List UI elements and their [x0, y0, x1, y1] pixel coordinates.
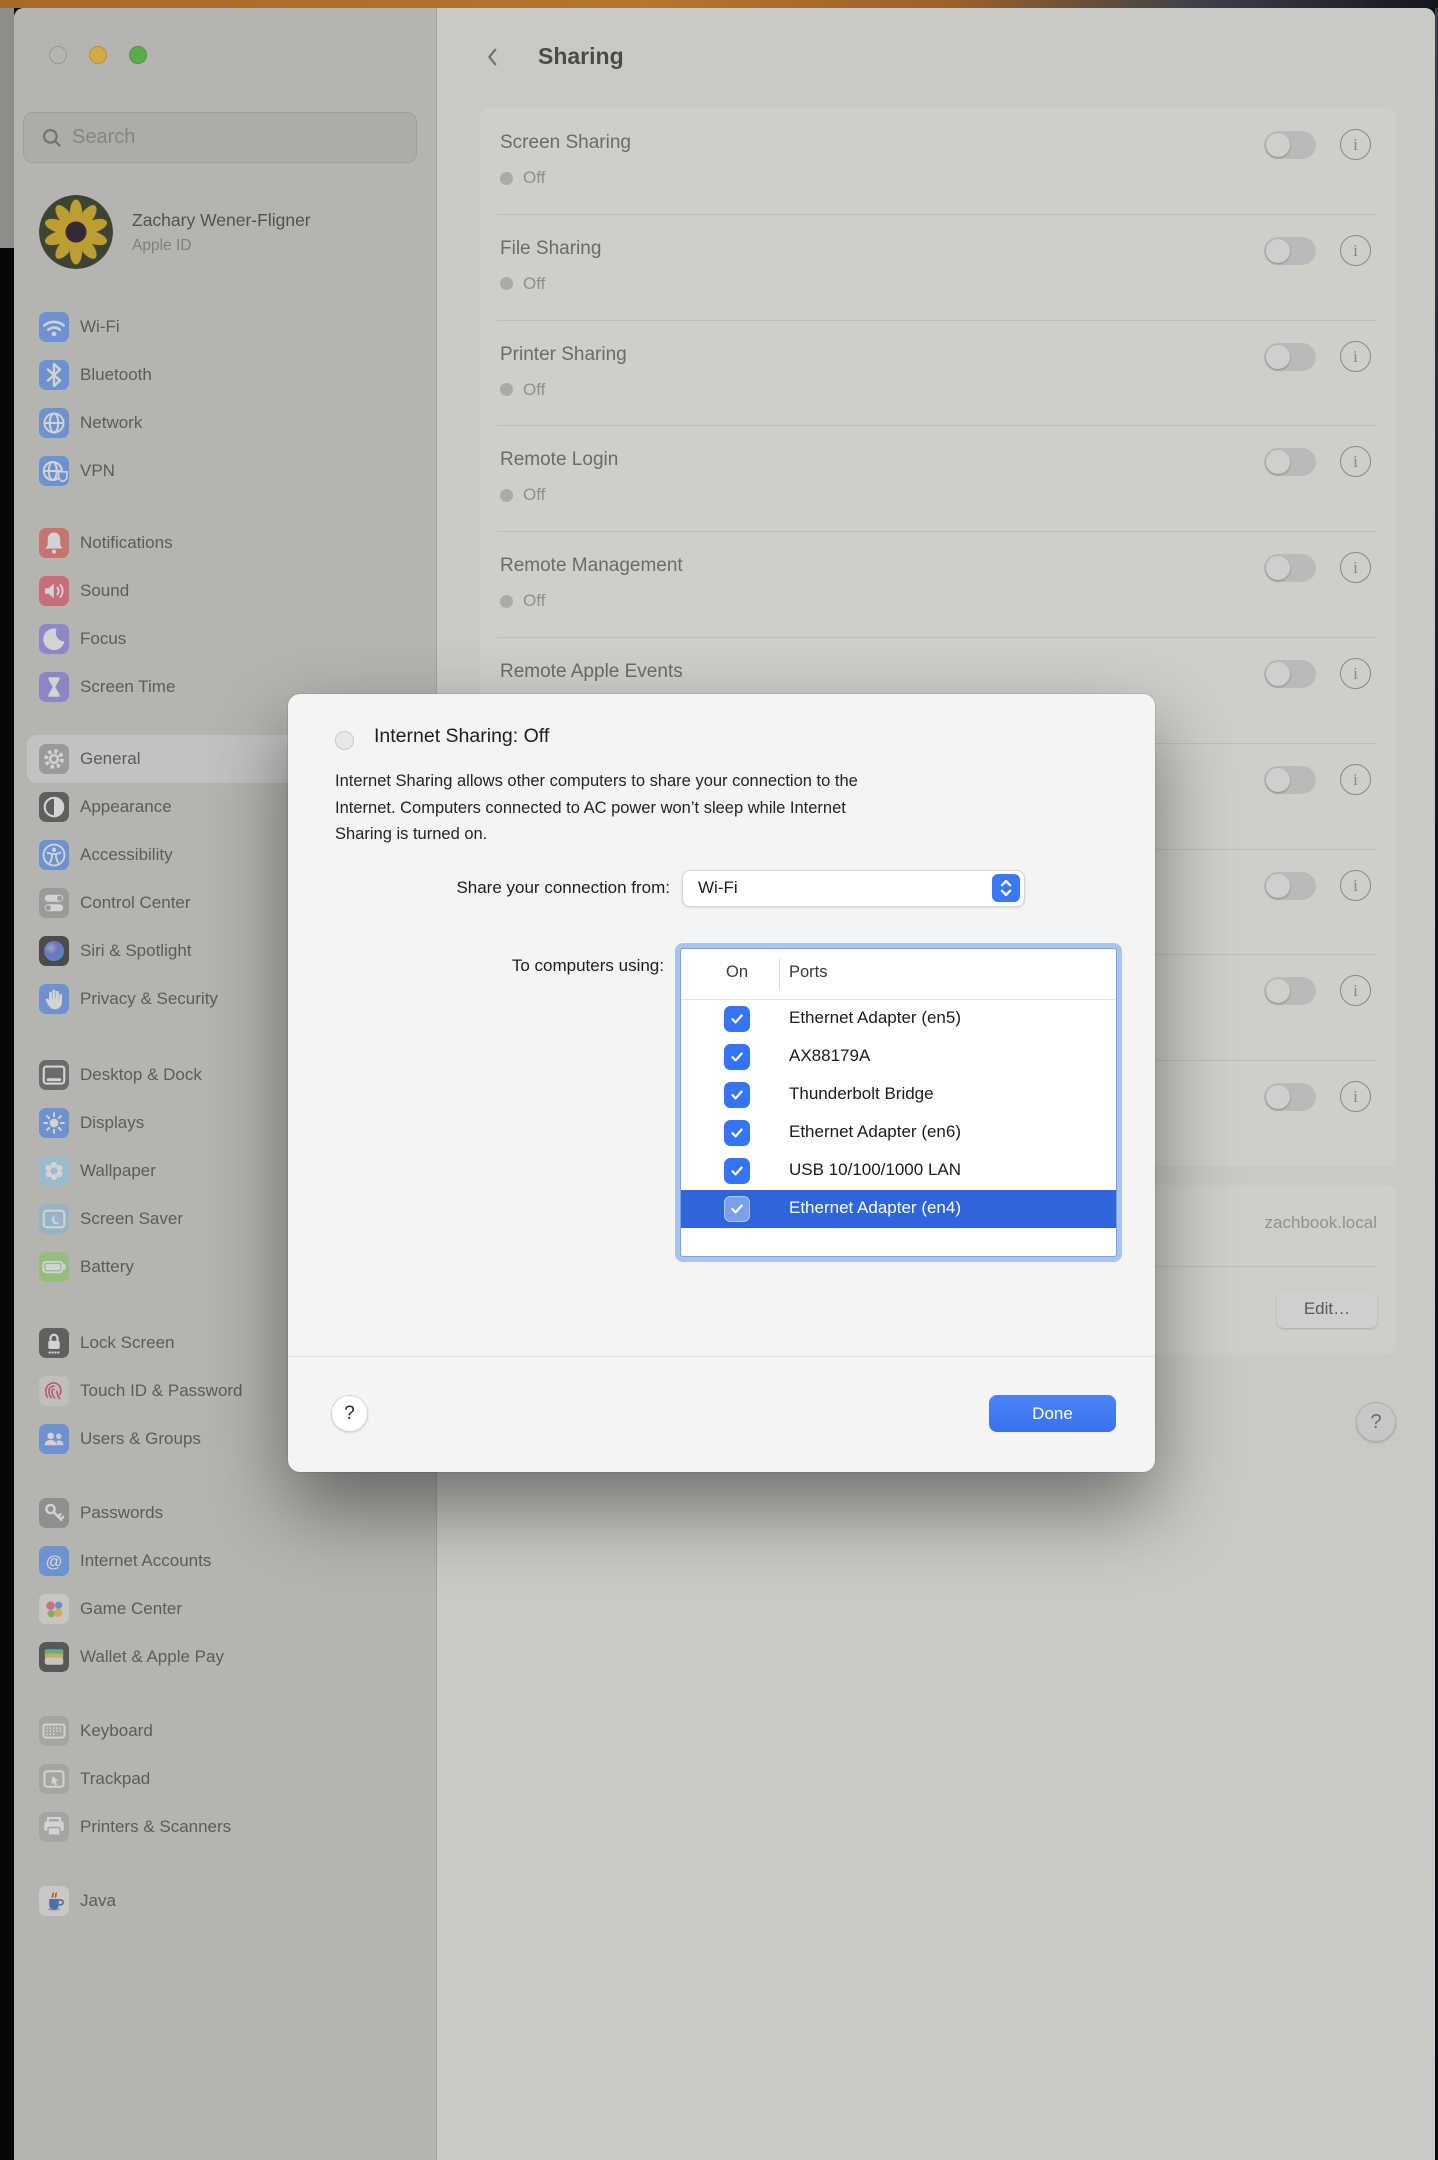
port-row-ethernet-adapter-en6[interactable]: Ethernet Adapter (en6): [681, 1114, 1116, 1152]
port-name: AX88179A: [789, 1046, 870, 1066]
port-name: Ethernet Adapter (en6): [789, 1122, 961, 1142]
column-divider: [779, 958, 780, 990]
share-from-popup[interactable]: Wi-Fi: [682, 870, 1025, 907]
port-row-ethernet-adapter-en5[interactable]: Ethernet Adapter (en5): [681, 1000, 1116, 1038]
port-name: Ethernet Adapter (en4): [789, 1198, 961, 1218]
popup-stepper-icon: [992, 874, 1020, 902]
port-checkbox[interactable]: [724, 1082, 750, 1108]
dialog-footer-divider: [288, 1356, 1155, 1357]
port-row-usb-10-100-1000-lan[interactable]: USB 10/100/1000 LAN: [681, 1152, 1116, 1190]
screen: Search Zachary Wener-Fligner Apple ID Wi…: [0, 0, 1438, 2160]
port-checkbox[interactable]: [724, 1120, 750, 1146]
share-from-label: Share your connection from:: [288, 878, 670, 898]
port-name: Thunderbolt Bridge: [789, 1084, 934, 1104]
dialog-help-button[interactable]: ?: [331, 1395, 368, 1432]
port-row-ethernet-adapter-en4[interactable]: Ethernet Adapter (en4): [681, 1190, 1116, 1228]
dialog-description-line: Internet. Computers connected to AC powe…: [335, 795, 858, 822]
internet-sharing-status-indicator: [335, 731, 354, 750]
internet-sharing-dialog: Internet Sharing: Off Internet Sharing a…: [288, 694, 1155, 1472]
port-row-thunderbolt-bridge[interactable]: Thunderbolt Bridge: [681, 1076, 1116, 1114]
port-row-ax88179a[interactable]: AX88179A: [681, 1038, 1116, 1076]
port-checkbox[interactable]: [724, 1158, 750, 1184]
port-checkbox[interactable]: [724, 1006, 750, 1032]
port-name: USB 10/100/1000 LAN: [789, 1160, 961, 1180]
port-name: Ethernet Adapter (en5): [789, 1008, 961, 1028]
desktop-background-left: [0, 8, 14, 248]
ports-table: On Ports Ethernet Adapter (en5) AX88179A T…: [680, 948, 1117, 1257]
done-button[interactable]: Done: [989, 1395, 1116, 1432]
dialog-description: Internet Sharing allows other computers …: [335, 768, 858, 848]
ports-list: Ethernet Adapter (en5) AX88179A Thunderbol…: [681, 1000, 1116, 1228]
dialog-description-line: Sharing is turned on.: [335, 821, 858, 848]
column-header-ports: Ports: [789, 963, 828, 982]
desktop-background-left-dark: [0, 248, 14, 2160]
dialog-title: Internet Sharing: Off: [374, 725, 549, 748]
desktop-menubar-sliver: [0, 0, 1438, 8]
ports-table-focus-ring: On Ports Ethernet Adapter (en5) AX88179A T…: [675, 943, 1122, 1262]
ports-table-header: On Ports: [681, 949, 1116, 1000]
dialog-description-line: Internet Sharing allows other computers …: [335, 768, 858, 795]
to-computers-label: To computers using:: [288, 956, 664, 976]
share-from-value: Wi-Fi: [698, 878, 738, 898]
port-checkbox[interactable]: [724, 1196, 750, 1222]
port-checkbox[interactable]: [724, 1044, 750, 1070]
column-header-on: On: [717, 963, 757, 982]
